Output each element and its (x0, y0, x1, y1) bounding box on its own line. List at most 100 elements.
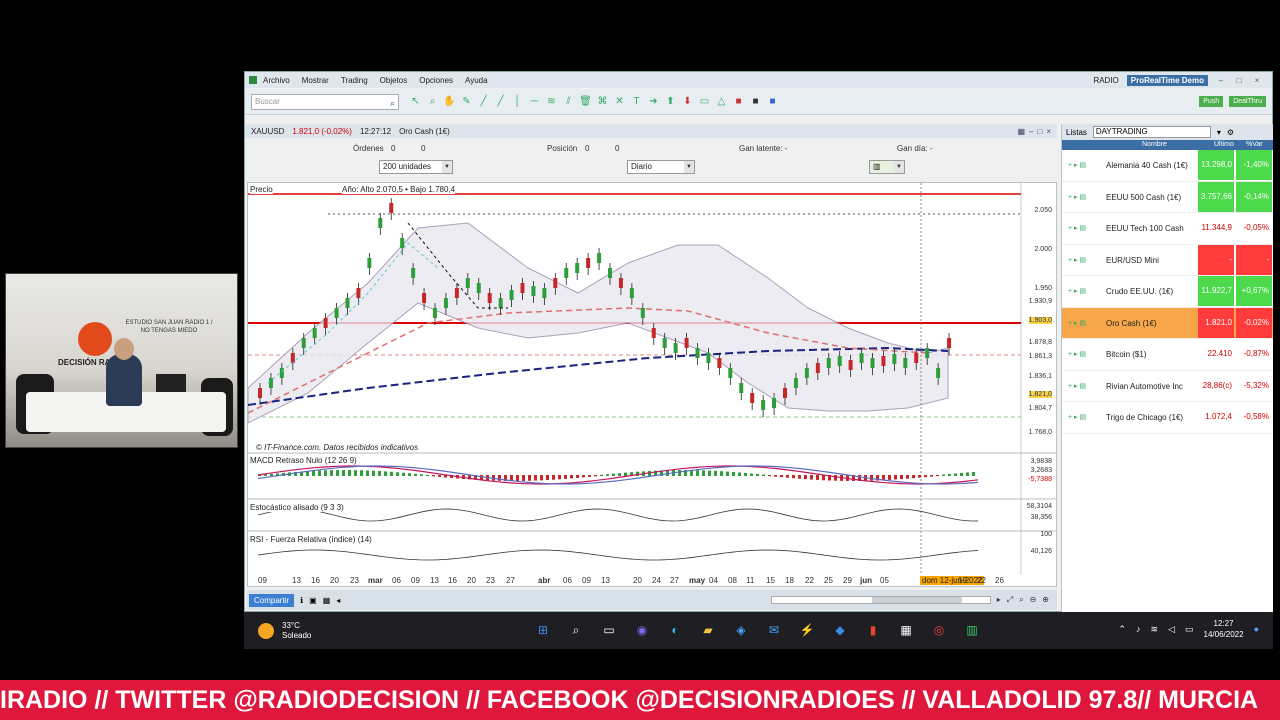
watchlist-row[interactable]: + ▸ ▤ EUR/USD Mini - - (1062, 244, 1273, 276)
push-button[interactable]: Push (1199, 96, 1224, 107)
zoom-in-icon[interactable]: ⊕ (1042, 595, 1049, 605)
app-icon[interactable]: ⚡ (798, 621, 816, 639)
chart-scrollbar[interactable] (770, 596, 991, 604)
search-icon[interactable]: ⌕ (390, 96, 395, 110)
watchlist-row[interactable]: + ▸ ▤ Trigo de Chicago (1€) 1.072,4 -0,58% (1062, 402, 1273, 434)
row-actions-icon[interactable]: + ▸ ▤ (1068, 382, 1086, 390)
prorealtime-icon[interactable]: ▥ (963, 621, 981, 639)
row-actions-icon[interactable]: + ▸ ▤ (1068, 193, 1086, 201)
pencil-icon[interactable]: ✎ (460, 95, 473, 108)
watchlist-row[interactable]: + ▸ ▤ Alemania 40 Cash (1€) 13.298,0 -1,40% (1062, 150, 1273, 182)
settings-icon[interactable]: ⚙ (1227, 128, 1234, 137)
watchlist-row[interactable]: + ▸ ▤ EEUU Tech 100 Cash 11.344,9 -0,05% (1062, 213, 1273, 245)
fit-icon[interactable]: ⤢ (1007, 595, 1013, 605)
scroll-left-icon[interactable]: ◂ (336, 596, 340, 605)
close-icon[interactable]: × (1252, 76, 1262, 85)
menu-trading[interactable]: Trading (335, 76, 374, 85)
color-palette-icon[interactable]: ■ (766, 95, 779, 108)
dealthru-button[interactable]: DealThru (1229, 96, 1266, 107)
store-icon[interactable]: ◈ (732, 621, 750, 639)
share-button[interactable]: Compartir (249, 593, 295, 607)
ray-icon[interactable]: ╱ (494, 95, 507, 108)
watchlist-row[interactable]: + ▸ ▤ Oro Cash (1€) 1.821,0 -0,02% (1062, 307, 1273, 339)
search-input[interactable]: Buscar ⌕ (251, 93, 399, 110)
fibonacci-icon[interactable]: ≋ (545, 95, 558, 108)
period-select[interactable]: Diario ▼ (627, 160, 695, 174)
menu-mostrar[interactable]: Mostrar (296, 76, 335, 85)
maximize-icon[interactable]: □ (1234, 76, 1244, 85)
battery-icon[interactable]: ▭ (1185, 624, 1194, 635)
arrow-right-icon[interactable]: ➜ (647, 95, 660, 108)
mail-icon[interactable]: ✉ (765, 621, 783, 639)
task-view-icon[interactable]: ▭ (600, 621, 618, 639)
row-actions-icon[interactable]: + ▸ ▤ (1068, 287, 1086, 295)
menu-opciones[interactable]: Opciones (413, 76, 459, 85)
chart-type-select[interactable]: ▥ ▼ (869, 160, 905, 174)
channel-icon[interactable]: ⫽ (562, 95, 575, 108)
color-palette-icon[interactable]: ■ (732, 95, 745, 108)
magnet-icon[interactable]: ⌘ (596, 95, 609, 108)
minimize-icon[interactable]: – (1216, 76, 1226, 85)
scroll-right-icon[interactable]: ▸ (997, 595, 1001, 605)
radio-label[interactable]: RADIO (1093, 76, 1118, 85)
close-icon[interactable]: × (1046, 127, 1051, 136)
watchlist-row[interactable]: + ▸ ▤ EEUU 500 Cash (1€) 3.757,66 -0,14% (1062, 181, 1273, 213)
hand-icon[interactable]: ✋ (443, 95, 456, 108)
arrow-down-icon[interactable]: ⬇ (681, 95, 694, 108)
color-palette-icon[interactable]: ■ (749, 95, 762, 108)
chart-canvas[interactable] (248, 183, 1056, 575)
row-actions-icon[interactable]: + ▸ ▤ (1068, 319, 1086, 327)
maximize-icon[interactable]: □ (1037, 127, 1042, 136)
edge-icon[interactable]: ◐ (666, 621, 684, 639)
arrow-up-icon[interactable]: ⬆ (664, 95, 677, 108)
col-name[interactable]: Nombre (1142, 141, 1167, 148)
watchlist-row[interactable]: + ▸ ▤ Crudo EE.UU. (1€) 11.922,7 +0,67% (1062, 276, 1273, 308)
units-select[interactable]: 200 unidades ▼ (379, 160, 453, 174)
calculator-icon[interactable]: ▦ (897, 621, 915, 639)
notification-icon[interactable]: ● (1254, 624, 1259, 634)
trash-icon[interactable]: 🗑 (579, 95, 592, 108)
row-actions-icon[interactable]: + ▸ ▤ (1068, 413, 1086, 421)
line-icon[interactable]: ╱ (477, 95, 490, 108)
chevron-down-icon[interactable]: ▾ (1217, 128, 1221, 137)
menu-archivo[interactable]: Archivo (257, 76, 296, 85)
scroll-thumb[interactable] (871, 597, 962, 603)
row-actions-icon[interactable]: + ▸ ▤ (1068, 161, 1086, 169)
office-icon[interactable]: ▮ (864, 621, 882, 639)
watchlist-row[interactable]: + ▸ ▤ Rivian Automotive Inc 28,86(c) -5,32% (1062, 371, 1273, 402)
text-icon[interactable]: T (630, 95, 643, 108)
menu-ayuda[interactable]: Ayuda (459, 76, 494, 85)
dropbox-icon[interactable]: ◆ (831, 621, 849, 639)
minimize-icon[interactable]: – (1029, 127, 1033, 136)
chrome-icon[interactable]: ◎ (930, 621, 948, 639)
row-actions-icon[interactable]: + ▸ ▤ (1068, 224, 1086, 232)
screenshot-icon[interactable]: ▣ (309, 596, 317, 605)
zoom-icon[interactable]: ⌕ (426, 95, 439, 108)
clock[interactable]: 12:27 14/06/2022 (1204, 618, 1244, 640)
teams-icon[interactable]: ◉ (633, 621, 651, 639)
indicators-icon[interactable]: ℹ (300, 596, 303, 605)
watchlist-row[interactable]: + ▸ ▤ Bitcoin ($1) 22.410 -0,87% (1062, 339, 1273, 371)
rectangle-icon[interactable]: ▭ (698, 95, 711, 108)
microphone-icon[interactable]: ♪ (1136, 624, 1141, 634)
horizontal-line-icon[interactable]: ─ (528, 95, 541, 108)
cross-icon[interactable]: ✕ (613, 95, 626, 108)
chevron-up-icon[interactable]: ⌃ (1118, 624, 1126, 635)
search-icon[interactable]: ⌕ (567, 621, 585, 639)
price-chart[interactable]: Precio Año: Alto 2.070,5 • Bajo 1.780,4 … (247, 182, 1057, 587)
weather-widget[interactable]: 33°C Soleado (258, 621, 311, 641)
file-explorer-icon[interactable]: ▰ (699, 621, 717, 639)
zoom-area-icon[interactable]: ⌕ (1019, 595, 1023, 605)
volume-icon[interactable]: ◁ (1168, 624, 1175, 635)
watchlist-select[interactable]: DAYTRADING (1092, 126, 1211, 138)
cursor-icon[interactable]: ↖ (409, 95, 422, 108)
windows-start-icon[interactable]: ⊞ (534, 621, 552, 639)
grid-icon[interactable]: ▦ (323, 596, 331, 605)
wifi-icon[interactable]: ≋ (1151, 624, 1159, 635)
row-actions-icon[interactable]: + ▸ ▤ (1068, 256, 1086, 264)
layout-icon[interactable]: ▦ (1017, 127, 1025, 136)
vertical-line-icon[interactable]: │ (511, 95, 524, 108)
col-change[interactable]: %Var (1246, 141, 1263, 148)
triangle-icon[interactable]: △ (715, 95, 728, 108)
col-last[interactable]: Último (1214, 141, 1234, 148)
